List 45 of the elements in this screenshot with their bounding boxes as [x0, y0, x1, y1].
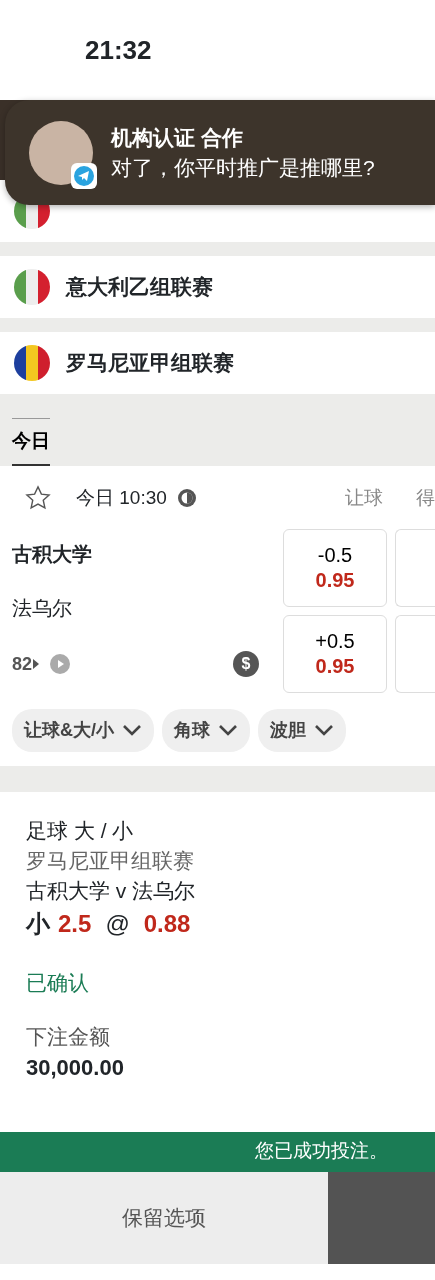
market-header: 让球: [345, 486, 383, 510]
caret-icon: [32, 658, 41, 670]
handicap-line: +0.5: [315, 628, 355, 654]
kickoff-time: 今日 10:30: [76, 486, 167, 510]
at-sign: @: [105, 908, 130, 939]
play-icon[interactable]: [50, 654, 71, 674]
odds-price: 0.95: [315, 653, 355, 679]
market-count: 82: [12, 652, 33, 676]
odds-price: 0.95: [315, 567, 355, 593]
event-name: 古积大学 v 法乌尔: [26, 878, 197, 905]
clock-time: 21:32: [85, 33, 152, 67]
paper-plane-icon: [71, 162, 97, 189]
filter-chip[interactable]: 让球&大/小: [12, 708, 154, 752]
notification-title: 机构认证 合作: [111, 125, 244, 152]
chevron-down-icon: [218, 723, 238, 737]
filter-chip[interactable]: 角球: [162, 708, 250, 752]
stake-amount: 30,000.00: [26, 1054, 125, 1083]
odds-button[interactable]: [395, 528, 435, 607]
notification-message: 对了，你平时推广是推哪里?: [111, 154, 375, 181]
league-name: 罗马尼亚甲组联赛: [26, 847, 195, 874]
chevron-down-icon: [122, 723, 142, 737]
odds-button[interactable]: -0.5 0.95: [283, 528, 387, 607]
keep-selections-button[interactable]: 保留选项: [0, 1171, 328, 1264]
team-name: 古积大学: [12, 541, 93, 567]
stake-label: 下注金额: [26, 1024, 111, 1051]
odds-value: 0.88: [143, 908, 191, 939]
line-value: 2.5: [58, 908, 92, 939]
team-name: 法乌尔: [12, 595, 73, 621]
success-message: 您已成功投注。: [255, 1139, 388, 1164]
league-name: 意大利乙组联赛: [66, 274, 213, 301]
bet-status: 已确认: [26, 969, 90, 996]
handicap-line: -0.5: [317, 542, 353, 568]
league-name: 罗马尼亚甲组联赛: [66, 350, 234, 377]
dollar-icon[interactable]: $: [233, 651, 259, 677]
odds-button[interactable]: +0.5 0.95: [283, 614, 387, 693]
flag-icon: [14, 345, 50, 381]
filter-chip[interactable]: 波胆: [258, 708, 346, 752]
notification-banner[interactable]: 机构认证 合作 对了，你平时推广是推哪里?: [5, 100, 435, 205]
chevron-down-icon: [314, 723, 334, 737]
odds-button[interactable]: [395, 614, 435, 693]
market-name: 足球 大 / 小: [26, 817, 135, 844]
clock-icon: [176, 488, 197, 509]
flag-icon: [14, 269, 50, 305]
market-header: 得: [416, 486, 435, 510]
selection-name: 小: [26, 908, 50, 939]
